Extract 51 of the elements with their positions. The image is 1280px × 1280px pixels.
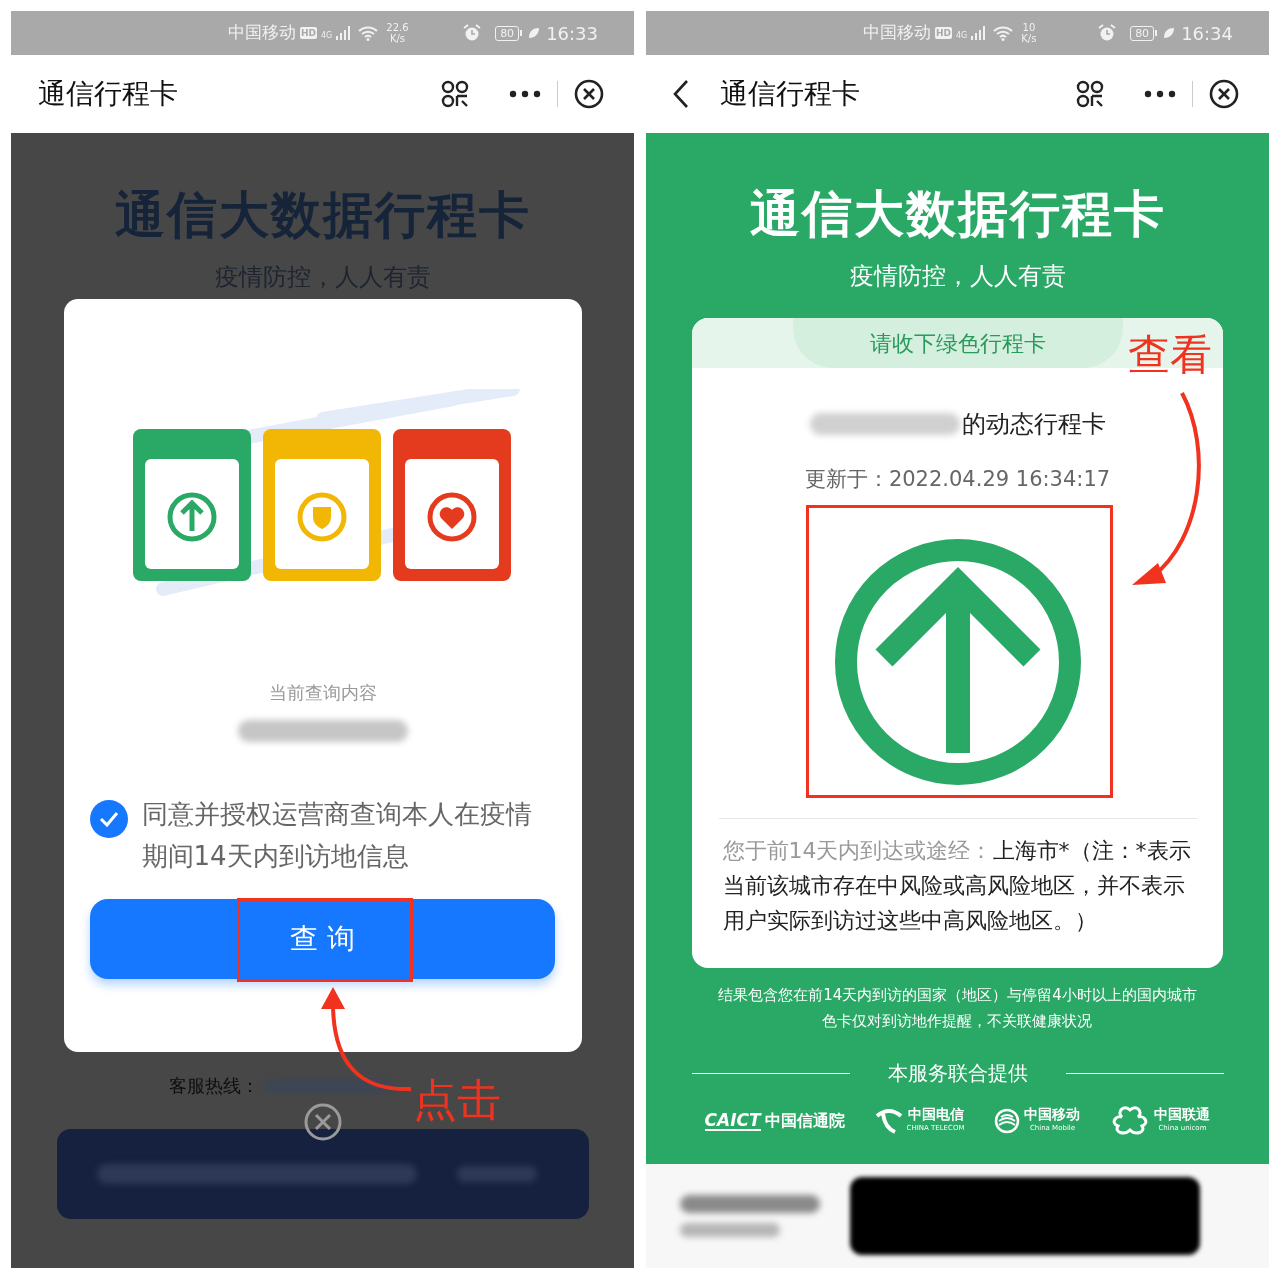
- network-speed: 22.6 K/s: [386, 22, 409, 44]
- query-button[interactable]: 查 询: [90, 899, 555, 979]
- clock-time: 16:33: [546, 21, 598, 46]
- check-icon: [98, 811, 119, 827]
- providers-heading: 本服务联合提供: [887, 1060, 1028, 1087]
- close-icon[interactable]: [1209, 79, 1239, 109]
- provider-name: 中国信通院: [764, 1110, 845, 1132]
- carrier-name: 中国移动: [863, 21, 931, 45]
- signal-icon: [971, 26, 986, 40]
- close-icon[interactable]: [574, 79, 604, 109]
- mobile-logo-icon: [994, 1108, 1021, 1134]
- network-speed: 10 K/s: [1021, 22, 1037, 44]
- page-title: 通信行程卡: [720, 76, 861, 112]
- scan-icon[interactable]: [441, 80, 469, 108]
- arrow-up-circle-icon: [833, 537, 1082, 786]
- wifi-icon: [993, 25, 1014, 41]
- consent-checkbox[interactable]: [89, 800, 128, 838]
- route-info: 您于前14天内到达或途经：上海市*（注：*表示当前该城市存在中风险或高风险地区，并不表示用户实际到访过这些中高风险地区。）: [722, 836, 1192, 935]
- battery-indicator: 80: [1130, 25, 1158, 41]
- hd-badge: HD: [935, 27, 952, 39]
- consent-text: 同意并授权运营商查询本人在疫情期间14天内到访地信息: [141, 798, 533, 873]
- query-label: 当前查询内容: [268, 681, 377, 705]
- battery-indicator: 80: [495, 25, 523, 41]
- card-owner-label: 的动态行程卡: [961, 409, 1106, 440]
- page-subtitle: 疫情防控，人人有责: [849, 261, 1066, 292]
- network-type: 4G: [956, 30, 968, 43]
- result-note: 色卡仅对到访地作提醒，不关联健康状况: [822, 1011, 1093, 1032]
- scan-icon[interactable]: [1076, 80, 1104, 108]
- clock-time: 16:34: [1181, 21, 1233, 46]
- back-icon[interactable]: [672, 79, 690, 109]
- signal-icon: [336, 26, 351, 40]
- alarm-icon: [1098, 24, 1117, 42]
- hotline-label: 客服热线：: [169, 1074, 259, 1098]
- view-annotation: 查看: [1128, 329, 1212, 381]
- result-note: 结果包含您在前14天内到访的国家（地区）与停留4小时以上的国内城市: [718, 985, 1197, 1006]
- alarm-icon: [463, 24, 482, 42]
- more-icon[interactable]: [1144, 90, 1176, 98]
- caict-mark: CAICT: [704, 1111, 761, 1131]
- hd-badge: HD: [300, 27, 317, 39]
- page-title: 通信行程卡: [38, 76, 179, 112]
- close-icon[interactable]: [303, 1103, 342, 1141]
- leaf-icon: [1163, 27, 1176, 39]
- leaf-icon: [528, 27, 541, 39]
- tap-annotation: 点击: [413, 1073, 501, 1127]
- carrier-name: 中国移动: [228, 21, 296, 45]
- telecom-logo-icon: [874, 1108, 903, 1134]
- more-icon[interactable]: [509, 90, 541, 98]
- update-time: 更新于：2022.04.29 16:34:17: [804, 466, 1111, 493]
- wifi-icon: [358, 25, 379, 41]
- page-heading: 通信大数据行程卡: [749, 184, 1166, 245]
- network-type: 4G: [321, 30, 333, 43]
